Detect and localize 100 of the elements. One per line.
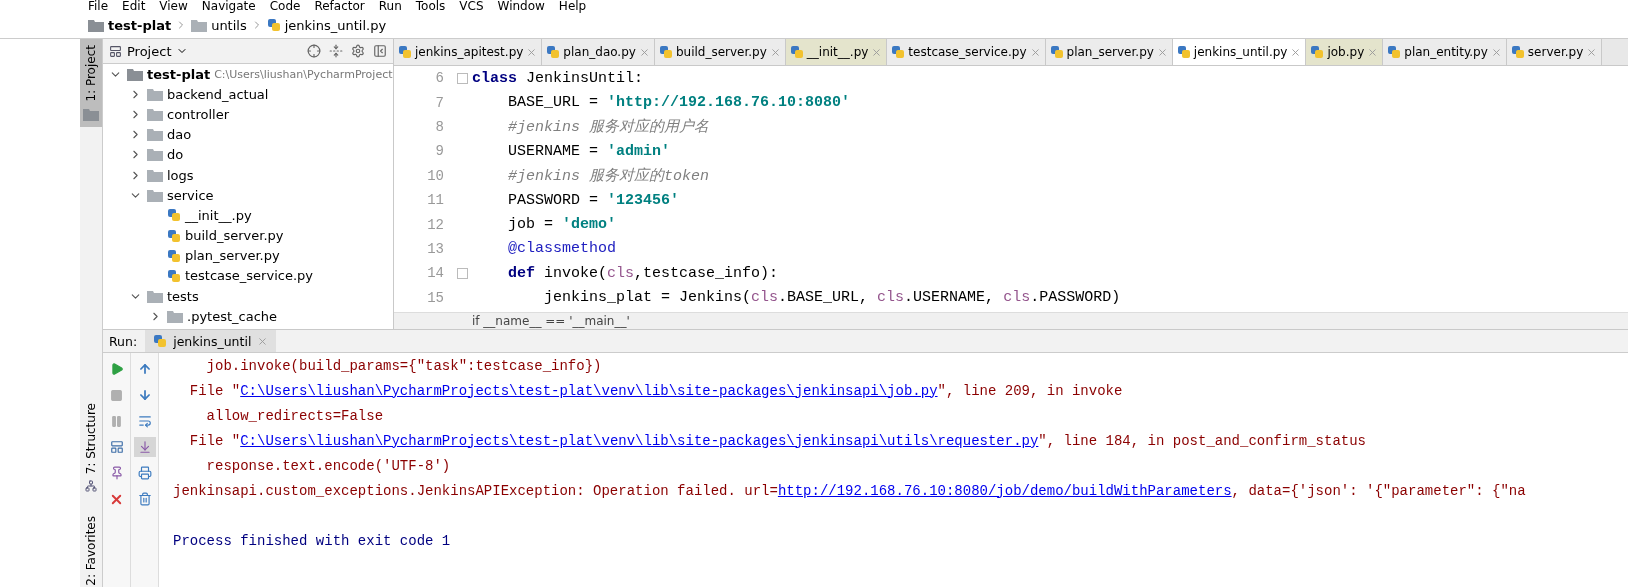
menu-item[interactable]: Tools [415,1,446,12]
folder-icon [147,148,163,162]
editor-tab[interactable]: plan_entity.py [1383,39,1507,65]
close-icon[interactable] [1367,46,1379,58]
editor-tab[interactable]: jenkins_apitest.py [394,39,543,65]
menu-item[interactable]: View [159,1,188,12]
scroll-end-icon [137,440,152,454]
tree-folder-row[interactable]: do [103,144,393,165]
console-line: job.invoke(build_params={"task":testcase_info}) [205,357,602,374]
tool-window-button[interactable]: 1: Project [80,39,102,127]
line-number: 14 [426,265,445,282]
folder-icon [88,18,104,32]
pause-icon [110,414,123,428]
project-view-dropdown[interactable]: Project [109,43,189,59]
menu-item[interactable]: Run [378,1,402,12]
menu-item[interactable]: Help [558,1,587,12]
console-line: allow_redirects=False [205,407,384,424]
menu-item[interactable]: VCS [459,1,484,12]
tree-folder-row[interactable]: controller [103,104,393,125]
run-tab[interactable]: jenkins_until [145,330,277,352]
editor-tab[interactable]: testcase_service.py [887,39,1046,65]
menu-item[interactable]: Navigate [201,1,256,12]
code-line: job = 'demo' [507,216,617,234]
script-file-icon [789,45,804,59]
close-icon[interactable] [1490,46,1502,58]
close-icon[interactable] [1290,46,1302,58]
pin-icon [109,466,124,480]
breadcrumb-item[interactable]: test-plat [88,17,172,33]
tool-window-button[interactable]: 7: Structure [80,396,102,498]
line-number: 9 [434,143,445,160]
folder-icon [167,309,183,323]
folder-icon [147,188,163,202]
code-line: @classmethod [507,240,617,258]
fold-marker-icon[interactable] [456,267,468,279]
editor-tab[interactable]: plan_dao.py [542,39,655,65]
tree-script-row[interactable]: testcase_service.py [103,265,393,287]
play-icon [109,362,124,376]
script-file-icon [891,45,906,59]
line-number: 7 [434,94,445,111]
tree-folder-row[interactable]: logs [103,164,393,186]
editor-tab[interactable]: jenkins_until.py [1172,39,1307,65]
wrap-icon [137,414,152,428]
menu-item[interactable]: Refactor [314,1,365,12]
tree-folder-row[interactable]: test-plat C:\Users\liushan\PycharmProject [103,64,393,85]
settings-icon[interactable] [351,44,365,58]
code-line: jenkins_plat = Jenkins(cls.BASE_URL, cls.USERNAME, cls.PASSWORD) [543,289,1121,307]
stop-icon [110,388,123,402]
close-icon[interactable] [526,46,538,58]
menu-item[interactable]: File [88,1,109,12]
hide-panel-icon[interactable] [373,44,387,58]
editor-tab[interactable]: plan_server.py [1045,39,1173,65]
tool-window-button[interactable]: 2: Favorites [80,509,102,587]
close-icon[interactable] [1156,46,1168,58]
tree-script-row[interactable]: __init__.py [103,205,393,226]
menu-item[interactable]: Window [497,1,545,12]
script-file-icon [266,18,281,32]
editor-tab[interactable]: server.py [1506,39,1603,65]
code-breadcrumb[interactable]: if __name__ == '__main__' [472,314,630,328]
code-line: USERNAME = 'admin' [507,142,671,160]
breadcrumb-item[interactable]: untils [191,17,247,33]
close-icon[interactable] [257,335,269,347]
close-icon[interactable] [1029,46,1041,58]
line-number: 11 [426,192,445,209]
folder-icon [147,128,163,142]
script-file-icon [1049,45,1064,59]
line-number: 8 [434,118,445,135]
scroll-end-button[interactable] [133,437,156,457]
script-file-icon [167,228,181,243]
tree-script-row[interactable]: plan_server.py [103,245,393,266]
code-line: class JenkinsUntil: [472,69,644,87]
line-number: 13 [426,240,445,257]
console-line: Process finished with exit code 1 [173,532,451,549]
code-line: def invoke(cls,testcase_info): [507,264,779,282]
editor-tab[interactable]: __init__.py [785,39,888,65]
tree-script-row[interactable]: build_server.py [103,225,393,246]
tree-folder-row[interactable]: tests [103,286,393,307]
collapse-icon[interactable] [329,44,343,58]
console-line: jenkinsapi.custom_exceptions.JenkinsAPIException: Operation failed. url=http://192.168.76.10:8080/job/demo/buildWithParameters, data={'json': '{"parameter": {"na [173,482,1526,499]
line-number: 6 [434,70,445,87]
tree-folder-row[interactable]: service [103,185,393,206]
tree-folder-row[interactable]: backend_actual [103,84,393,105]
script-file-icon [398,45,412,59]
close-icon[interactable] [769,46,781,58]
close-icon[interactable] [1586,46,1598,58]
line-number: 10 [426,167,445,184]
editor-tab[interactable]: build_server.py [654,39,786,65]
close-icon[interactable] [871,46,883,58]
console-line: File "C:\Users\liushan\PycharmProjects\test-plat\venv\lib\site-packages\jenkinsapi\utils\requester.py", line 184, in post_and_confirm_status [188,432,1366,449]
menu-item[interactable]: Code [269,1,301,12]
close-icon[interactable] [638,46,650,58]
tree-folder-row[interactable]: dao [103,124,393,145]
script-file-icon [167,248,181,263]
fold-marker-icon[interactable] [456,72,468,84]
tree-folder-row[interactable]: .pytest_cache [103,306,393,327]
folder-icon [147,289,163,303]
breadcrumb-item[interactable]: jenkins_until.py [266,17,387,33]
editor-tab[interactable]: job.py [1306,39,1384,65]
menu-item[interactable]: Edit [122,1,146,12]
crosshair-icon[interactable] [307,44,321,58]
folder-path: C:\Users\liushan\PycharmProject [214,67,393,81]
